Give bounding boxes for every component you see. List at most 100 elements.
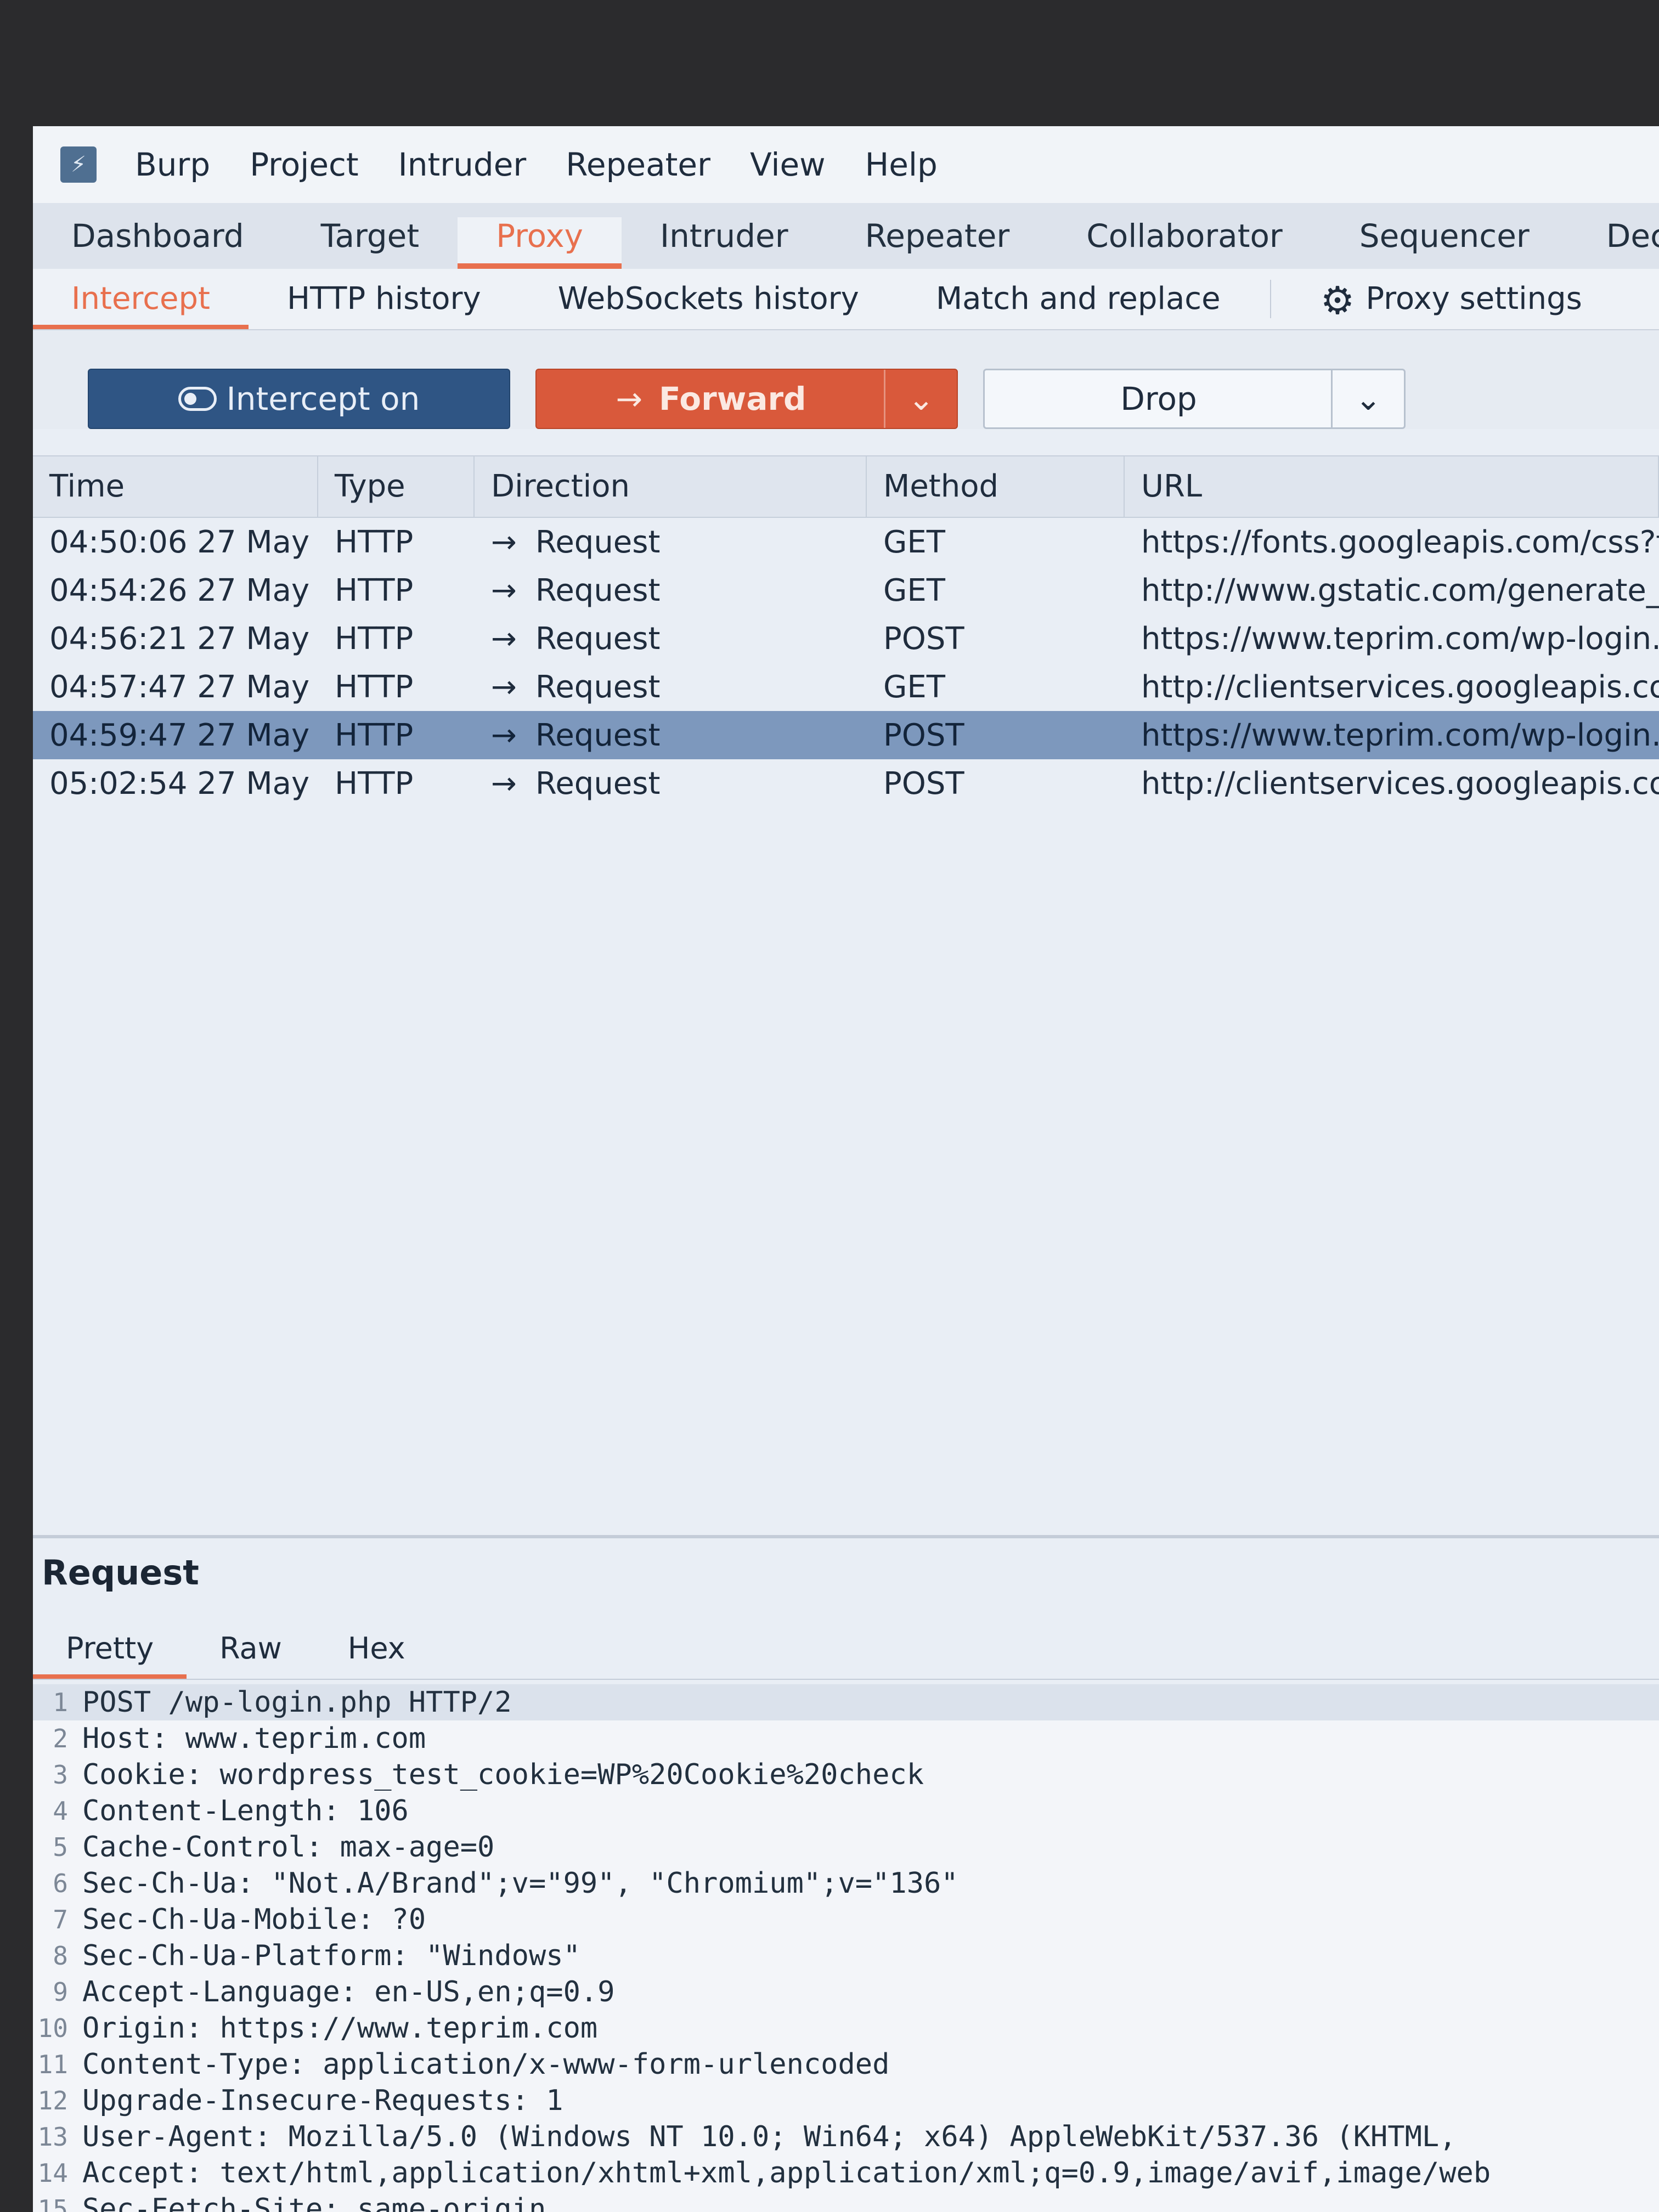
line-text: Cache-Control: max-age=0 [82,1831,495,1864]
drop-label: Drop [1120,380,1197,417]
subtab-proxy-settings[interactable]: ⚙ Proxy settings [1282,269,1621,329]
intercept-queue-table: Time Type Direction Method URL 04:50:06 … [33,455,1659,808]
line-text: Cookie: wordpress_test_cookie=WP%20Cooki… [82,1758,924,1791]
subtab-match-and-replace[interactable]: Match and replace [898,269,1259,329]
main-tabs: Dashboard Target Proxy Intruder Repeater… [33,203,1659,269]
cell-url: http://clientservices.googleapis.com/ [1141,765,1659,802]
tab-target[interactable]: Target [283,217,458,269]
editor-line: 6 Sec-Ch-Ua: "Not.A/Brand";v="99", "Chrom… [33,1865,1659,1901]
column-header-type[interactable]: Type [318,456,475,517]
intercept-action-bar: Intercept on → Forward ⌄ Drop ⌄ [33,330,1659,429]
editor-line: 11 Content-Type: application/x-www-form-u… [33,2046,1659,2083]
menu-view[interactable]: View [750,146,826,183]
chevron-down-icon: ⌄ [1355,380,1382,417]
menu-project[interactable]: Project [250,146,358,183]
cell-type: HTTP [335,717,414,753]
cell-url: http://www.gstatic.com/generate_204 [1141,572,1659,608]
tab-hex[interactable]: Hex [315,1618,438,1679]
cell-url: https://fonts.googleapis.com/css?fan [1141,524,1659,560]
direction-label: Request [535,524,661,560]
cell-method: GET [883,524,945,560]
cell-method: GET [883,572,945,608]
subtab-http-history[interactable]: HTTP history [249,269,520,329]
table-row[interactable]: 04:59:47 27 May ... HTTP → Request POST https… [33,711,1659,759]
cell-type: HTTP [335,524,414,560]
drop-button[interactable]: Drop ⌄ [983,369,1406,429]
editor-line: 3 Cookie: wordpress_test_cookie=WP%20Cook… [33,1757,1659,1793]
editor-line: 2 Host: www.teprim.com [33,1720,1659,1757]
tab-decoder[interactable]: Decoder [1568,217,1659,269]
line-text: Sec-Ch-Ua-Mobile: ?0 [82,1903,426,1936]
line-number: 9 [53,1977,68,2007]
drop-dropdown[interactable]: ⌄ [1331,370,1404,427]
cell-time: 04:57:47 27 May ... [49,669,318,705]
line-number: 7 [53,1905,68,1934]
line-number: 8 [53,1941,68,1971]
cell-type: HTTP [335,669,414,705]
tab-pretty[interactable]: Pretty [33,1618,187,1679]
cell-direction: → Request [475,718,867,753]
menu-intruder[interactable]: Intruder [398,146,527,183]
cell-direction: → Request [475,766,867,802]
menu-burp[interactable]: Burp [135,146,210,183]
forward-label: Forward [659,380,806,417]
cell-url: http://clientservices.googleapis.com/ [1141,669,1659,705]
cell-time: 04:56:21 27 May ... [49,620,318,657]
menu-repeater[interactable]: Repeater [566,146,710,183]
subtab-websockets-history[interactable]: WebSockets history [520,269,898,329]
tab-proxy[interactable]: Proxy [458,217,622,269]
direction-label: Request [535,572,661,608]
line-number: 1 [53,1688,68,1717]
panel-divider[interactable] [33,1535,1659,1538]
cell-type: HTTP [335,765,414,802]
editor-line: 5 Cache-Control: max-age=0 [33,1829,1659,1865]
table-row[interactable]: 04:57:47 27 May ... HTTP → Request GET http:/… [33,663,1659,711]
toggle-icon [178,387,217,411]
line-text: Accept-Language: en-US,en;q=0.9 [82,1976,615,2008]
line-number: 4 [53,1796,68,1826]
editor-line: 1 POST /wp-login.php HTTP/2 [33,1684,1659,1720]
proxy-settings-label: Proxy settings [1365,281,1582,317]
column-header-direction[interactable]: Direction [475,456,867,517]
cell-direction: → Request [475,669,867,705]
tab-intruder[interactable]: Intruder [622,217,827,269]
line-text: POST /wp-login.php HTTP/2 [82,1686,512,1719]
tab-collaborator[interactable]: Collaborator [1048,217,1321,269]
line-text: Upgrade-Insecure-Requests: 1 [82,2084,563,2117]
column-header-time[interactable]: Time [33,456,318,517]
cell-type: HTTP [335,572,414,608]
cell-time: 04:50:06 27 May ... [49,524,318,560]
editor-line: 9 Accept-Language: en-US,en;q=0.9 [33,1974,1659,2010]
request-editor[interactable]: 1 POST /wp-login.php HTTP/2 2 Host: www.tep… [33,1684,1659,2212]
intercept-toggle-button[interactable]: Intercept on [88,369,510,429]
tab-repeater[interactable]: Repeater [827,217,1048,269]
column-header-url[interactable]: URL [1125,456,1659,517]
arrow-right-icon: → [491,572,517,608]
line-text: Content-Type: application/x-www-form-url… [82,2048,890,2081]
table-row[interactable]: 04:54:26 27 May ... HTTP → Request GET http:/… [33,566,1659,614]
editor-line: 12 Upgrade-Insecure-Requests: 1 [33,2083,1659,2119]
direction-label: Request [535,669,661,705]
tab-raw[interactable]: Raw [187,1618,315,1679]
forward-dropdown[interactable]: ⌄ [884,370,957,428]
cell-method: GET [883,669,945,705]
forward-button[interactable]: → Forward ⌄ [535,369,958,429]
menu-help[interactable]: Help [865,146,938,183]
cell-method: POST [883,765,964,802]
line-text: Sec-Ch-Ua-Platform: "Windows" [82,1939,580,1972]
table-header: Time Type Direction Method URL [33,455,1659,518]
tab-dashboard[interactable]: Dashboard [33,217,283,269]
tab-sequencer[interactable]: Sequencer [1321,217,1568,269]
table-row[interactable]: 05:02:54 27 May ... HTTP → Request POST http:… [33,759,1659,808]
table-row[interactable]: 04:56:21 27 May ... HTTP → Request POST https… [33,614,1659,663]
cell-direction: → Request [475,621,867,657]
subtab-intercept[interactable]: Intercept [33,269,249,329]
table-row[interactable]: 04:50:06 27 May ... HTTP → Request GET https:… [33,518,1659,566]
editor-line: 4 Content-Length: 106 [33,1793,1659,1829]
column-header-method[interactable]: Method [867,456,1125,517]
table-body: 04:50:06 27 May ... HTTP → Request GET https:… [33,518,1659,808]
line-text: Sec-Ch-Ua: "Not.A/Brand";v="99", "Chromi… [82,1867,958,1900]
editor-line: 14 Accept: text/html,application/xhtml+xm… [33,2155,1659,2191]
cell-url: https://www.teprim.com/wp-login.php [1141,620,1659,657]
burp-window: ⚡ Burp Project Intruder Repeater View He… [33,126,1659,2212]
